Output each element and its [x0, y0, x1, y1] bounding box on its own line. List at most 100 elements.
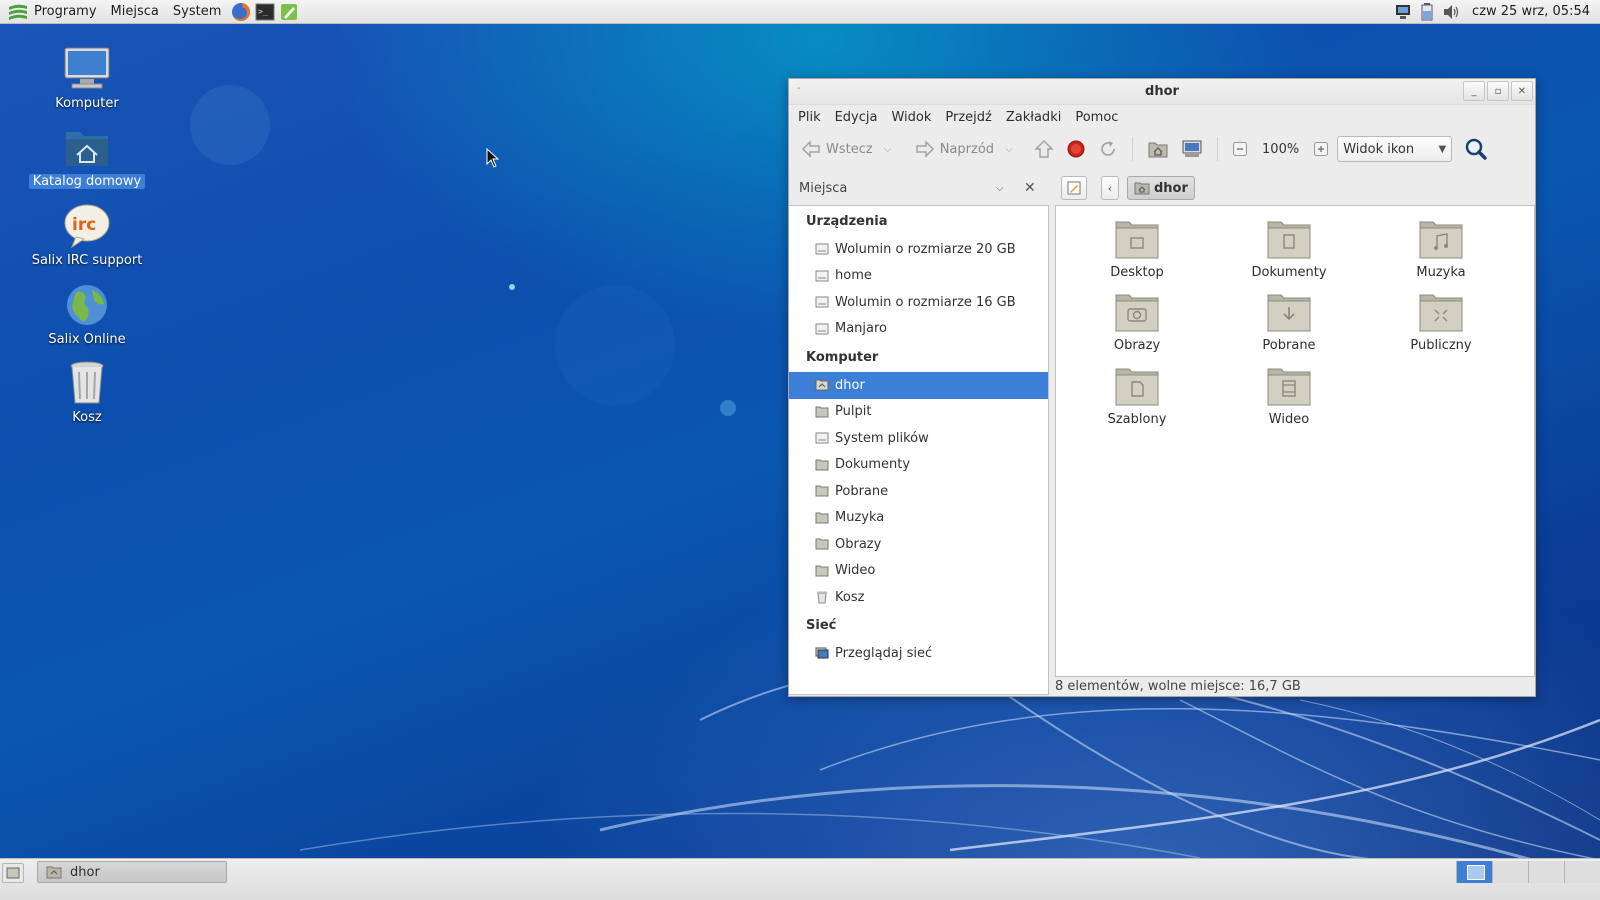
search-button[interactable] — [1460, 133, 1492, 165]
file-item-pobrane[interactable]: Pobrane — [1224, 289, 1354, 353]
file-item-label: Desktop — [1110, 265, 1164, 280]
zoom-out-button[interactable] — [1228, 133, 1252, 165]
sidebar-item-browse-network[interactable]: Przeglądaj sieć — [789, 641, 1048, 668]
menu-edycja[interactable]: Edycja — [828, 110, 885, 125]
edit-location-button[interactable] — [1061, 176, 1087, 200]
view-mode-select[interactable]: Widok ikon ▼ — [1337, 136, 1453, 162]
window-titlebar[interactable]: - dhor _ ▫ ✕ — [789, 79, 1535, 105]
sidebar-item-dhor[interactable]: dhor — [789, 372, 1048, 399]
workspace-2[interactable] — [1492, 861, 1528, 883]
desktop-folder-icon — [1115, 221, 1159, 259]
firefox-launcher[interactable] — [230, 2, 252, 22]
home-folder-icon — [1148, 142, 1168, 158]
forward-button[interactable]: Naprzód — [911, 133, 998, 165]
desktop-icon-trash[interactable]: Kosz — [22, 358, 152, 425]
back-button[interactable]: Wstecz — [797, 133, 877, 165]
sidebar-item-muzyka[interactable]: Muzyka — [789, 505, 1048, 532]
reload-button[interactable] — [1094, 133, 1122, 165]
top-panel: Programy Miejsca System >_ czw 25 wrz, 0… — [0, 0, 1600, 24]
sidebar-item-volume-16gb[interactable]: Wolumin o rozmiarze 16 GB — [789, 289, 1048, 316]
zoom-in-button[interactable] — [1309, 133, 1333, 165]
menu-zakladki[interactable]: Zakładki — [999, 110, 1068, 125]
sidebar-header-devices: Urządzenia — [806, 213, 888, 229]
minimize-button[interactable]: _ — [1463, 81, 1485, 101]
file-item-szablony[interactable]: Szablony — [1072, 363, 1202, 427]
menu-miejsca: Miejsca — [110, 4, 159, 19]
breadcrumb-prev-button[interactable]: ‹ — [1101, 176, 1119, 200]
sidebar-item-pobrane[interactable]: Pobrane — [789, 478, 1048, 505]
menu-przejdz[interactable]: Przejdź — [938, 110, 998, 125]
desktop-icon-home[interactable]: Katalog domowy — [22, 122, 152, 189]
menu-plik[interactable]: Plik — [791, 110, 828, 125]
toolbar-separator — [1217, 137, 1219, 161]
desktop-icon-salix-online[interactable]: Salix Online — [22, 280, 152, 347]
menu-widok[interactable]: Widok — [884, 110, 938, 125]
file-view: Desktop Dokumenty Muzyka Obrazy Pobrane Publi… — [1055, 205, 1535, 677]
breadcrumb-dhor[interactable]: dhor — [1127, 176, 1195, 200]
back-history-dropdown[interactable]: ⌵ — [881, 144, 895, 155]
terminal-launcher[interactable]: >_ — [254, 2, 276, 22]
workspace-4[interactable] — [1564, 861, 1600, 883]
editor-launcher[interactable] — [278, 2, 300, 22]
sidebar-item-wideo[interactable]: Wideo — [789, 558, 1048, 585]
toolbar: Wstecz ⌵ Naprzód ⌵ 100% Widok ikon ▼ — [789, 129, 1535, 169]
desktop-folder-icon — [815, 406, 829, 418]
file-item-publiczny[interactable]: Publiczny — [1376, 289, 1506, 353]
sidebar-item-label: Pobrane — [835, 483, 889, 499]
sidebar-mode-select[interactable]: Miejsca ⌵ ✕ — [799, 169, 1049, 207]
sidebar-item-system-plikow[interactable]: System plików — [789, 425, 1048, 452]
applications-menu[interactable]: Programy — [0, 0, 104, 24]
maximize-button[interactable]: ▫ — [1487, 81, 1509, 101]
battery-icon[interactable] — [1418, 2, 1438, 21]
sidebar-item-volume-20gb[interactable]: Wolumin o rozmiarze 20 GB — [789, 236, 1048, 263]
edit-icon — [1067, 181, 1081, 195]
show-desktop-button[interactable] — [2, 863, 24, 883]
sidebar-item-label: home — [835, 268, 872, 284]
close-sidebar-icon[interactable]: ✕ — [1024, 180, 1036, 196]
sidebar-item-kosz[interactable]: Kosz — [789, 584, 1048, 611]
sidebar-item-manjaro[interactable]: Manjaro — [789, 316, 1048, 343]
sidebar-item-obrazy[interactable]: Obrazy — [789, 531, 1048, 558]
sidebar-item-dokumenty[interactable]: Dokumenty — [789, 452, 1048, 479]
chevron-down-icon: ⌵ — [996, 182, 1004, 194]
places-menu[interactable]: Miejsca — [104, 0, 166, 24]
clock[interactable]: czw 25 wrz, 05:54 — [1472, 4, 1590, 19]
sidebar-item-pulpit[interactable]: Pulpit — [789, 399, 1048, 426]
file-item-wideo[interactable]: Wideo — [1224, 363, 1354, 427]
desktop-icon-label: Salix IRC support — [31, 253, 143, 268]
desktop-icon-computer[interactable]: Komputer — [22, 44, 152, 111]
location-row: Miejsca ⌵ ✕ ‹ dhor — [789, 169, 1535, 207]
workspace-switcher — [1456, 861, 1600, 883]
home-button[interactable] — [1143, 133, 1173, 165]
computer-button[interactable] — [1177, 133, 1207, 165]
volume-icon[interactable] — [1442, 3, 1462, 21]
file-item-muzyka[interactable]: Muzyka — [1376, 216, 1506, 280]
up-arrow-icon — [1034, 140, 1054, 158]
system-menu[interactable]: System — [166, 0, 228, 24]
back-label: Wstecz — [826, 141, 873, 157]
menu-pomoc[interactable]: Pomoc — [1068, 110, 1125, 125]
window-menu-button[interactable]: - — [797, 83, 801, 94]
trash-icon — [70, 361, 104, 404]
file-item-desktop[interactable]: Desktop — [1072, 216, 1202, 280]
svg-text:>_: >_ — [258, 7, 268, 16]
workspace-3[interactable] — [1528, 861, 1564, 883]
file-item-label: Obrazy — [1113, 338, 1161, 353]
desktop-icon-irc[interactable]: irc Salix IRC support — [22, 201, 152, 268]
music-folder-icon — [1419, 221, 1463, 259]
file-item-obrazy[interactable]: Obrazy — [1072, 289, 1202, 353]
file-item-label: Pobrane — [1262, 338, 1316, 353]
file-item-label: Szablony — [1107, 412, 1167, 427]
up-button[interactable] — [1030, 133, 1058, 165]
workspace-1[interactable] — [1456, 861, 1492, 883]
file-item-dokumenty[interactable]: Dokumenty — [1224, 216, 1354, 280]
taskbar-button-dhor[interactable]: dhor — [37, 861, 227, 883]
taskbar-label: dhor — [70, 864, 100, 880]
home-folder-icon — [66, 132, 108, 166]
stop-button[interactable] — [1062, 133, 1090, 165]
home-folder-icon — [46, 866, 62, 879]
network-icon[interactable] — [1394, 3, 1414, 21]
sidebar-item-home-volume[interactable]: home — [789, 263, 1048, 290]
forward-history-dropdown[interactable]: ⌵ — [1002, 144, 1016, 155]
close-window-button[interactable]: ✕ — [1511, 81, 1533, 101]
